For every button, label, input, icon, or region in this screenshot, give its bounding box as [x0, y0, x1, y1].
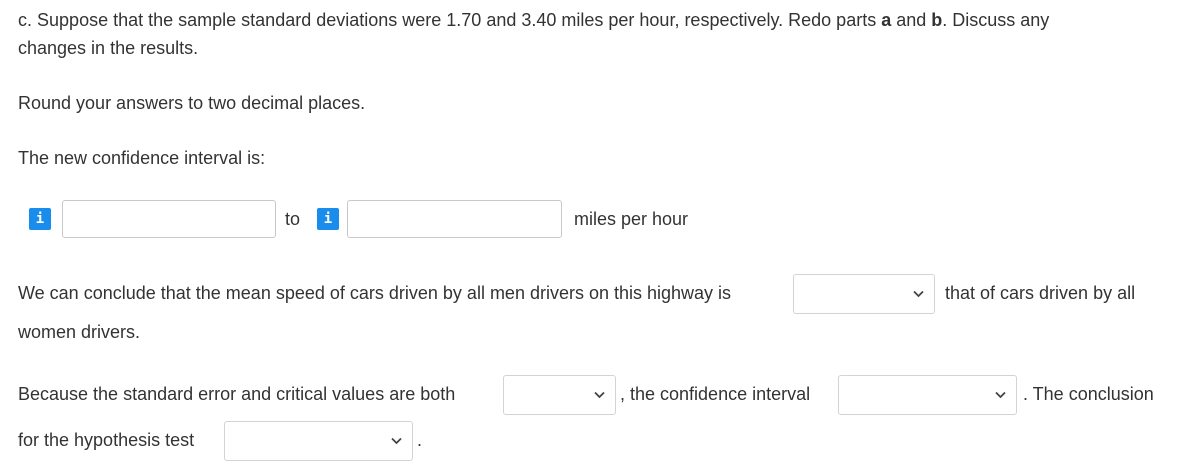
- because-text-pre: Because the standard error and critical …: [18, 384, 456, 404]
- question-line-1: c. Suppose that the sample standard devi…: [18, 9, 1049, 31]
- conclusion-text-line-2: women drivers.: [18, 322, 141, 342]
- question-text-post: . Discuss any: [942, 10, 1050, 30]
- unit-label: miles per hour: [574, 209, 689, 229]
- because-text-mid: , the confidence interval: [620, 384, 811, 404]
- because-line-2-post: .: [417, 430, 423, 450]
- part-label: c.: [18, 10, 33, 30]
- question-text-pre: Suppose that the sample standard deviati…: [37, 10, 882, 30]
- ci-change-select[interactable]: [838, 375, 1017, 415]
- ci-lower-input[interactable]: [62, 200, 276, 238]
- se-change-select[interactable]: [503, 375, 616, 415]
- chevron-down-icon: [913, 290, 924, 298]
- because-line-2-pre: for the hypothesis test: [18, 430, 195, 450]
- info-icon[interactable]: i: [317, 208, 339, 230]
- to-label: to: [285, 209, 301, 229]
- question-line-2: changes in the results.: [18, 38, 199, 58]
- rounding-instructions: Round your answers to two decimal places…: [18, 93, 366, 113]
- chevron-down-icon: [995, 391, 1006, 399]
- confidence-interval-label: The new confidence interval is:: [18, 148, 266, 168]
- chevron-down-icon: [391, 437, 402, 445]
- part-b-ref: b: [931, 10, 943, 30]
- conclusion-text-post: that of cars driven by all: [945, 283, 1136, 303]
- chevron-down-icon: [594, 391, 605, 399]
- part-a-ref: a: [881, 10, 892, 30]
- comparison-select[interactable]: [793, 274, 935, 314]
- question-text-and: and: [891, 10, 932, 30]
- hypothesis-conclusion-select[interactable]: [224, 421, 413, 461]
- info-icon[interactable]: i: [29, 208, 51, 230]
- ci-upper-input[interactable]: [347, 200, 562, 238]
- conclusion-text-pre: We can conclude that the mean speed of c…: [18, 283, 732, 303]
- because-text-post: . The conclusion: [1023, 384, 1154, 404]
